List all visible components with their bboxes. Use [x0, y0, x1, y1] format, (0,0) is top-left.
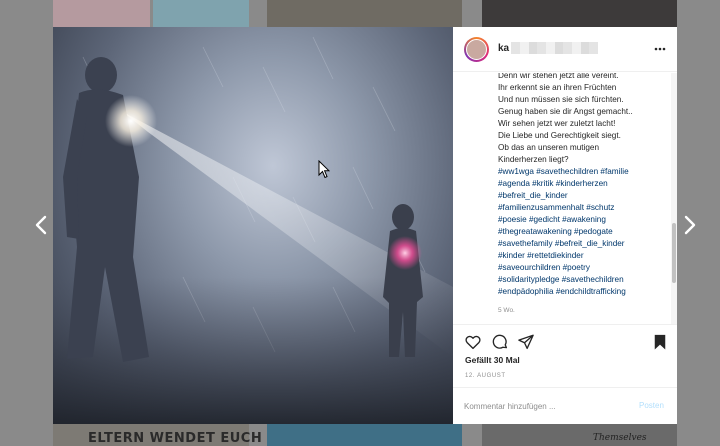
hashtag-line[interactable]: #endpädophilia #endchildtrafficking — [498, 286, 666, 298]
feed-thumbnail-text: ELTERN WENDET EUCH — [88, 431, 263, 446]
hashtag-line[interactable]: #befreit_die_kinder — [498, 190, 666, 202]
feed-thumbnail-text: Themselves — [593, 433, 647, 443]
share-icon[interactable] — [517, 333, 535, 351]
bookmark-icon[interactable] — [651, 333, 669, 351]
feed-thumbnail — [482, 0, 677, 27]
comment-form: Posten — [453, 387, 677, 424]
hashtag-line[interactable]: #poesie #gedicht #awakening — [498, 214, 666, 226]
feed-thumbnail — [267, 424, 462, 446]
post-actions: Gefällt 30 Mal 12. AUGUST — [453, 324, 677, 387]
feed-thumbnail — [153, 0, 249, 27]
caption-line: Genug haben sie dir Angst gemacht.. — [498, 107, 633, 116]
caption-line: Kinderherzen liegt? — [498, 155, 569, 164]
caption-text: Denn wir stehen jetzt alle vereint. Ihr e… — [498, 73, 666, 298]
caption-line: Die Liebe und Gerechtigkeit siegt. — [498, 131, 621, 140]
hashtag-line[interactable]: #familienzusammenhalt #schutz — [498, 202, 666, 214]
caption-line: Wir sehen jetzt wer zuletzt lacht! — [498, 119, 616, 128]
username[interactable]: ka — [498, 43, 509, 54]
avatar-image — [466, 39, 487, 60]
hashtag-line[interactable]: #savethefamily #befreit_die_kinder — [498, 238, 666, 250]
more-horizontal-icon[interactable] — [653, 42, 667, 56]
chevron-right-icon[interactable] — [682, 213, 698, 237]
caption-scroll-area[interactable]: Denn wir stehen jetzt alle vereint. Ihr e… — [453, 73, 677, 324]
caption-line: Und nun müssen sie sich fürchten. — [498, 95, 624, 104]
caption-line: Denn wir stehen jetzt alle vereint. — [498, 73, 619, 80]
post-header: ka — [453, 27, 677, 72]
comment-input[interactable] — [464, 399, 624, 413]
caption-line: Ob das an unseren mutigen — [498, 143, 600, 152]
feed-thumbnail — [482, 424, 677, 446]
avatar[interactable] — [464, 37, 489, 62]
feed-thumbnail — [53, 0, 150, 27]
scrollbar-thumb[interactable] — [672, 223, 676, 283]
hashtag-line[interactable]: #ww1wga #savethechildren #familie — [498, 166, 666, 178]
post-detail-panel: ka Denn wir stehen jetzt alle vereint. Ih… — [453, 27, 677, 424]
chevron-left-icon[interactable] — [33, 213, 49, 237]
post-artwork — [53, 36, 453, 424]
caption-line: Ihr erkennt sie an ihren Früchten — [498, 83, 617, 92]
post-date: 12. AUGUST — [465, 373, 506, 379]
post-time-ago: 5 Wo. — [498, 307, 515, 314]
feed-thumbnail — [267, 0, 462, 27]
hashtag-line[interactable]: #agenda #kritik #kinderherzen — [498, 178, 666, 190]
post-comment-button[interactable]: Posten — [639, 401, 664, 410]
redacted-username — [511, 42, 598, 54]
post-image[interactable] — [53, 27, 453, 424]
hashtag-line[interactable]: #kinder #rettetdiekinder — [498, 250, 666, 262]
comment-icon[interactable] — [491, 333, 509, 351]
likes-count[interactable]: Gefällt 30 Mal — [465, 355, 520, 365]
hashtag-line[interactable]: #saveourchildren #poetry — [498, 262, 666, 274]
hashtag-line[interactable]: #thegreatawakening #pedogate — [498, 226, 666, 238]
heart-icon[interactable] — [464, 333, 482, 351]
hashtag-line[interactable]: #solidaritypledge #savethechildren — [498, 274, 666, 286]
scrollbar-track[interactable] — [671, 73, 677, 324]
